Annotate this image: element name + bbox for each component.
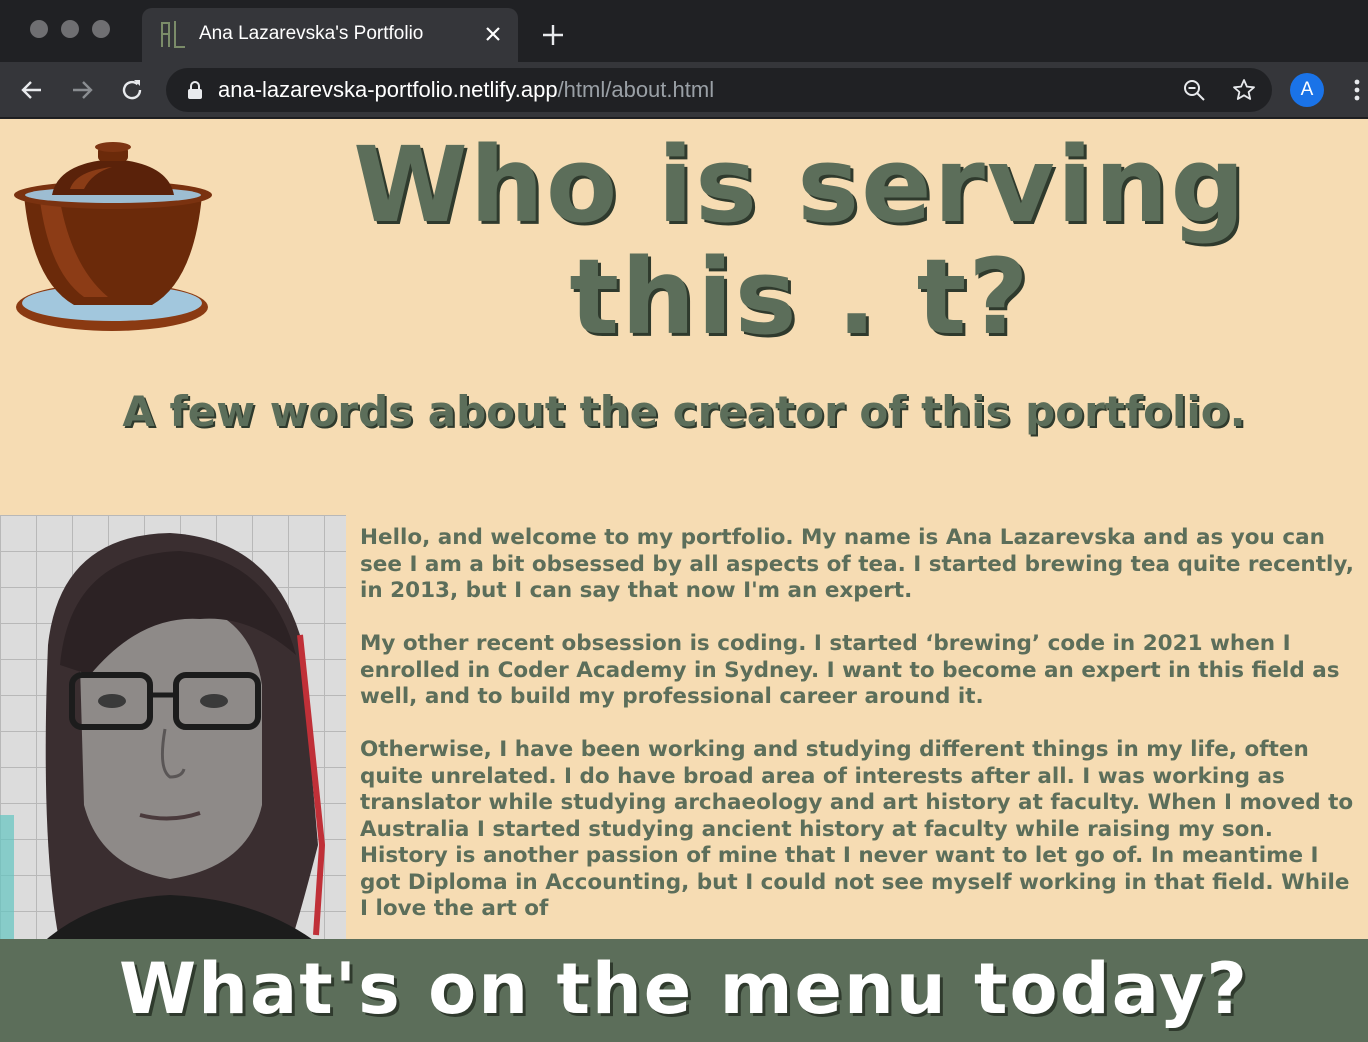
browser-toolbar: ana-lazarevska-portfolio.netlify.app/htm… [0, 62, 1368, 118]
reload-icon[interactable] [118, 76, 146, 104]
url-path: /html/about.html [557, 77, 715, 102]
address-bar[interactable]: ana-lazarevska-portfolio.netlify.app/htm… [166, 68, 1272, 112]
window-zoom-button[interactable] [92, 20, 110, 38]
forward-arrow-icon[interactable] [68, 76, 96, 104]
active-tab[interactable]: Ana Lazarevska's Portfolio [142, 8, 518, 62]
menu-banner-link[interactable]: What's on the menu today? [0, 949, 1368, 1029]
zoom-out-icon[interactable] [1182, 78, 1206, 102]
window-close-button[interactable] [30, 20, 48, 38]
bio-paragraph: Hello, and welcome to my portfolio. My n… [360, 525, 1354, 603]
author-portrait [0, 515, 346, 945]
window-minimize-button[interactable] [61, 20, 79, 38]
kebab-menu-icon[interactable] [1347, 76, 1367, 104]
profile-avatar[interactable]: A [1290, 73, 1324, 107]
url-text: ana-lazarevska-portfolio.netlify.app/htm… [218, 77, 714, 103]
url-host: ana-lazarevska-portfolio.netlify.app [218, 77, 558, 102]
back-arrow-icon[interactable] [18, 76, 46, 104]
tab-title: Ana Lazarevska's Portfolio [199, 23, 424, 44]
bio-paragraph: Otherwise, I have been working and study… [360, 737, 1354, 921]
page-viewport: Who is serving this . t? A few words abo… [0, 119, 1368, 1042]
bio-text: Hello, and welcome to my portfolio. My n… [360, 525, 1360, 949]
page-subtitle: A few words about the creator of this po… [122, 387, 1246, 436]
tab-strip: Ana Lazarevska's Portfolio [0, 0, 1368, 62]
lock-icon[interactable] [186, 80, 204, 100]
menu-banner[interactable]: What's on the menu today? [0, 939, 1368, 1042]
bookmark-star-icon[interactable] [1232, 78, 1256, 102]
page-title: Who is serving this . t? [353, 124, 1247, 358]
new-tab-icon[interactable] [540, 22, 566, 48]
close-tab-icon[interactable] [482, 23, 504, 45]
bio-paragraph: My other recent obsession is coding. I s… [360, 631, 1340, 709]
gaiwan-teacup-icon [14, 142, 212, 331]
al-monogram-icon [161, 21, 185, 48]
